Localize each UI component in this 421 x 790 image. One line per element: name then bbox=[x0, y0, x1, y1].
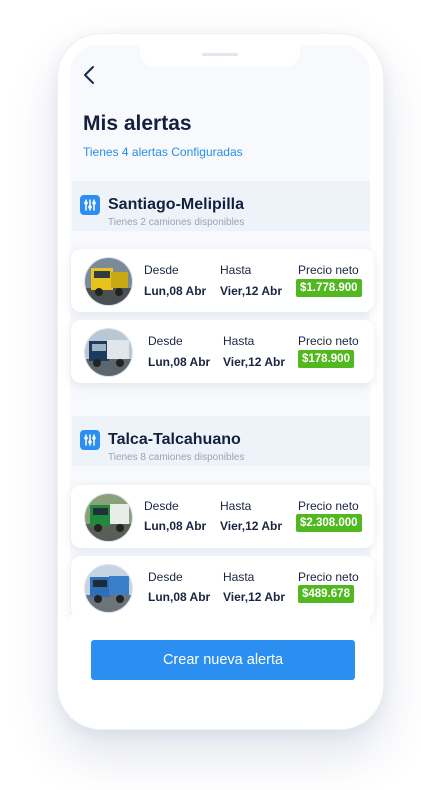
price-badge: $2.308.000 bbox=[296, 514, 362, 532]
route-title: Santiago-Melipilla bbox=[108, 196, 245, 213]
desde-label: Desde bbox=[148, 570, 183, 584]
hasta-label: Hasta bbox=[223, 570, 255, 584]
price-badge: $178.900 bbox=[298, 350, 354, 368]
alert-card[interactable]: Desde Lun,08 Abr Hasta Vier,12 Abr Preci… bbox=[71, 249, 374, 312]
alerts-count-subtitle: Tienes 4 alertas Configuradas bbox=[83, 145, 243, 159]
green-truck-photo bbox=[84, 493, 133, 542]
desde-label: Desde bbox=[144, 263, 179, 277]
alert-card[interactable]: Desde Lun,08 Abr Hasta Vier,12 Abr Preci… bbox=[71, 320, 374, 383]
filter-sliders-icon[interactable] bbox=[80, 195, 100, 215]
desde-label: Desde bbox=[148, 334, 183, 348]
hasta-date: Vier,12 Abr bbox=[220, 284, 283, 298]
hasta-date: Vier,12 Abr bbox=[223, 590, 286, 604]
create-alert-button[interactable]: Crear nueva alerta bbox=[91, 640, 355, 680]
desde-date: Lun,08 Abr bbox=[148, 355, 211, 369]
speaker-grill bbox=[202, 53, 238, 56]
phone-notch bbox=[140, 45, 300, 67]
precio-label: Precio neto bbox=[298, 499, 359, 513]
price-badge: $489.678 bbox=[298, 585, 354, 603]
price-badge: $1.778.900 bbox=[296, 279, 362, 297]
hasta-date: Vier,12 Abr bbox=[220, 519, 283, 533]
route-subtitle: Tienes 2 camiones disponibles bbox=[108, 217, 245, 228]
filter-sliders-icon[interactable] bbox=[80, 430, 100, 450]
route-subtitle: Tienes 8 camiones disponibles bbox=[108, 452, 245, 463]
back-arrow-icon[interactable] bbox=[80, 64, 100, 86]
hasta-label: Hasta bbox=[220, 499, 252, 513]
blue-truck-photo bbox=[84, 564, 133, 613]
desde-date: Lun,08 Abr bbox=[144, 284, 207, 298]
yellow-truck-photo bbox=[84, 257, 133, 306]
hasta-label: Hasta bbox=[223, 334, 255, 348]
precio-label: Precio neto bbox=[298, 263, 359, 277]
desde-date: Lun,08 Abr bbox=[148, 590, 211, 604]
hasta-date: Vier,12 Abr bbox=[223, 355, 286, 369]
route-title: Talca-Talcahuano bbox=[108, 431, 241, 448]
precio-label: Precio neto bbox=[298, 570, 359, 584]
hasta-label: Hasta bbox=[220, 263, 252, 277]
alert-card[interactable]: Desde Lun,08 Abr Hasta Vier,12 Abr Preci… bbox=[71, 556, 374, 619]
dark-blue-truck-photo bbox=[84, 328, 133, 377]
alert-card[interactable]: Desde Lun,08 Abr Hasta Vier,12 Abr Preci… bbox=[71, 485, 374, 548]
page-title: Mis alertas bbox=[83, 112, 192, 135]
precio-label: Precio neto bbox=[298, 334, 359, 348]
desde-label: Desde bbox=[144, 499, 179, 513]
desde-date: Lun,08 Abr bbox=[144, 519, 207, 533]
